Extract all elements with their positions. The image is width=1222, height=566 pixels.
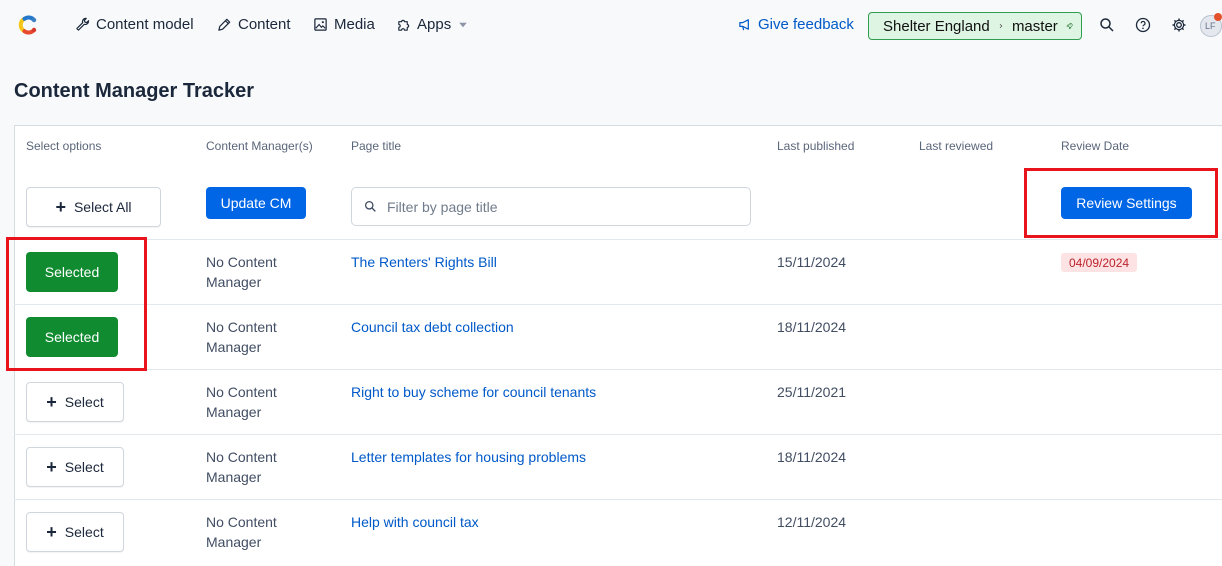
header-page-title: Page title	[351, 139, 402, 153]
select-all-label: Select All	[73, 199, 132, 215]
page-title-link[interactable]: The Renters' Rights Bill	[351, 254, 497, 270]
last-published-cell: 18/11/2024	[777, 449, 847, 465]
content-manager-cell: No Content Manager	[206, 449, 277, 485]
page-title-filter[interactable]	[351, 187, 751, 226]
page-title-link[interactable]: Help with council tax	[351, 514, 479, 530]
row-divider	[14, 434, 1222, 435]
wrench-icon	[76, 17, 90, 31]
row-divider	[14, 369, 1222, 370]
page-title-link[interactable]: Right to buy scheme for council tenants	[351, 384, 596, 400]
select-label: Select	[64, 524, 104, 540]
plus-icon: +	[46, 522, 57, 542]
update-cm-label: Update CM	[220, 195, 292, 211]
header-content-managers: Content Manager(s)	[206, 139, 313, 153]
select-label: Select	[64, 394, 104, 410]
select-button[interactable]: + Select	[26, 512, 124, 552]
nav-content[interactable]: Content	[217, 16, 291, 33]
header-last-reviewed: Last reviewed	[919, 139, 994, 153]
rocket-icon	[1066, 23, 1073, 29]
give-feedback-link[interactable]: Give feedback	[738, 16, 854, 33]
puzzle-icon	[398, 19, 410, 31]
contentful-logo-icon[interactable]	[16, 13, 40, 37]
chevron-right-icon	[999, 23, 1003, 29]
update-cm-button[interactable]: Update CM	[206, 187, 306, 219]
page-title-link[interactable]: Letter templates for housing problems	[351, 449, 586, 465]
row-divider	[14, 499, 1222, 500]
plus-icon: +	[46, 457, 57, 477]
give-feedback-label: Give feedback	[758, 16, 854, 33]
page-title-link[interactable]: Council tax debt collection	[351, 319, 514, 335]
avatar-initials: LF	[1205, 21, 1216, 31]
nav-media-label: Media	[334, 16, 375, 33]
last-published-cell: 25/11/2021	[777, 384, 847, 400]
annotation-box-selected-rows	[6, 237, 147, 371]
megaphone-icon	[739, 19, 749, 31]
select-label: Select	[64, 459, 104, 475]
row-divider	[14, 304, 1222, 305]
last-published-cell: 18/11/2024	[777, 319, 847, 335]
header-review-date: Review Date	[1061, 139, 1130, 153]
search-icon	[364, 200, 376, 212]
top-navigation-bar: Content model Content Media Apps Give fe…	[0, 0, 1222, 52]
space-name: Shelter England	[883, 17, 990, 35]
select-button[interactable]: + Select	[26, 382, 124, 422]
last-published-cell: 15/11/2024	[777, 254, 847, 270]
environment-name: master	[1011, 17, 1058, 35]
content-manager-cell: No Content Manager	[206, 384, 277, 420]
pen-icon	[218, 18, 231, 31]
image-icon	[314, 18, 327, 31]
caret-down-icon	[459, 22, 467, 27]
plus-icon: +	[55, 197, 66, 217]
content-manager-cell: No Content Manager	[206, 319, 277, 355]
content-manager-cell: No Content Manager	[206, 254, 277, 290]
select-button[interactable]: + Select	[26, 447, 124, 487]
review-date-badge: 04/09/2024	[1061, 253, 1138, 272]
nav-apps[interactable]: Apps	[396, 16, 469, 33]
nav-apps-label: Apps	[417, 16, 452, 33]
notification-dot	[1214, 13, 1222, 21]
annotation-box-review-settings	[1024, 168, 1218, 238]
nav-media[interactable]: Media	[313, 16, 375, 33]
select-all-button[interactable]: + Select All	[26, 187, 161, 227]
nav-content-model-label: Content model	[96, 16, 194, 33]
header-select-options: Select options	[26, 139, 102, 153]
space-environment-switcher[interactable]: Shelter England master	[868, 12, 1082, 40]
content-manager-cell: No Content Manager	[206, 514, 277, 550]
last-published-cell: 12/11/2024	[777, 514, 847, 530]
nav-content-label: Content	[238, 16, 291, 33]
search-icon[interactable]	[1099, 17, 1115, 33]
row-divider	[14, 239, 1222, 240]
help-icon[interactable]	[1135, 17, 1151, 33]
plus-icon: +	[46, 392, 57, 412]
header-last-published: Last published	[777, 139, 855, 153]
nav-content-model[interactable]: Content model	[75, 16, 194, 33]
gear-icon[interactable]	[1171, 17, 1187, 33]
page-title: Content Manager Tracker	[14, 80, 255, 102]
filter-input[interactable]	[385, 197, 729, 216]
